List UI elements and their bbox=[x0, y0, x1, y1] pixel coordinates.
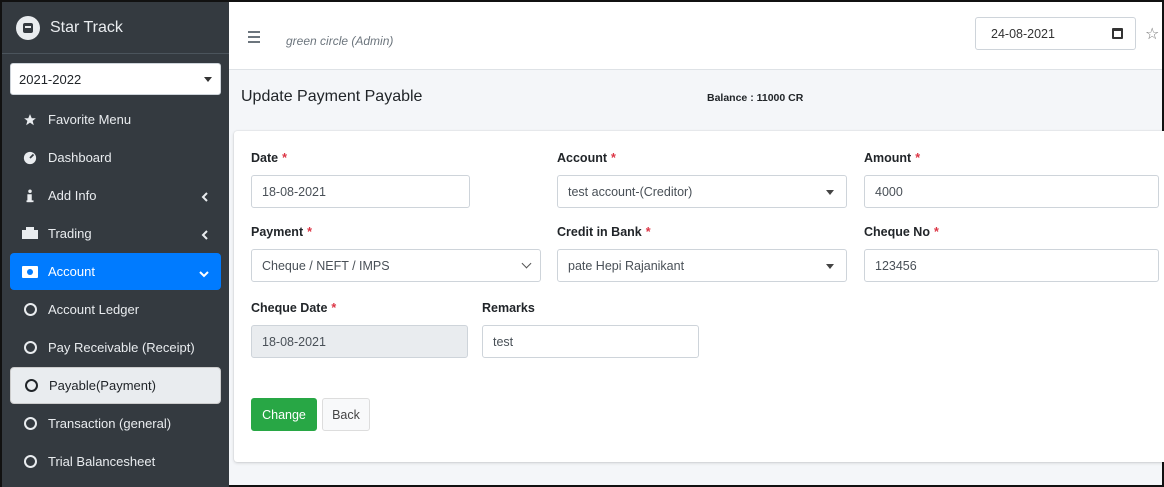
chevron-left-icon bbox=[201, 228, 209, 243]
sidebar: Star Track 2021-2022 Favorite Menu Dashb… bbox=[2, 2, 229, 487]
account-select[interactable]: test account-(Creditor) bbox=[557, 175, 847, 208]
credit-bank-label: Credit in Bank * bbox=[557, 225, 651, 239]
header-date-input[interactable]: 24-08-2021 bbox=[975, 17, 1136, 50]
balance-label: Balance : 11000 CR bbox=[707, 92, 804, 104]
sidebar-item-label: Trial Balancesheet bbox=[48, 454, 156, 469]
back-button[interactable]: Back bbox=[322, 398, 370, 431]
sidebar-item-dashboard[interactable]: Dashboard bbox=[10, 139, 221, 176]
circle-icon bbox=[20, 341, 40, 354]
sidebar-item-label: Account Ledger bbox=[48, 302, 140, 317]
chevron-down-icon bbox=[199, 266, 209, 281]
chevron-down-icon bbox=[204, 76, 212, 82]
sidebar-item-trial-balancesheet[interactable]: Trial Balancesheet bbox=[10, 443, 221, 480]
date-field[interactable]: 18-08-2021 bbox=[251, 175, 470, 208]
sidebar-item-label: Add Info bbox=[48, 188, 97, 203]
date-label: Date * bbox=[251, 151, 287, 165]
circle-icon bbox=[20, 303, 40, 316]
calendar-icon[interactable] bbox=[1112, 28, 1123, 39]
chevron-left-icon bbox=[201, 190, 209, 205]
sidebar-item-favorite-menu[interactable]: Favorite Menu bbox=[10, 101, 221, 138]
cheque-no-field-group: Cheque No * 123456 bbox=[864, 225, 1159, 282]
payment-form-card: Date * 18-08-2021 Account * test account-(… bbox=[234, 131, 1164, 462]
money-icon bbox=[20, 265, 40, 278]
chevron-down-icon bbox=[826, 264, 834, 269]
menu-icon[interactable] bbox=[248, 31, 260, 46]
sidebar-item-label: Dashboard bbox=[48, 150, 112, 165]
sidebar-item-label: Pay Receivable (Receipt) bbox=[48, 340, 195, 355]
page-title: Update Payment Payable bbox=[241, 88, 423, 105]
star-outline-icon[interactable]: ☆ bbox=[1145, 24, 1159, 44]
user-name: green circle (Admin) bbox=[286, 34, 394, 48]
sidebar-item-label: Trading bbox=[48, 226, 92, 241]
account-label: Account * bbox=[557, 151, 616, 165]
sidebar-item-label: Transaction (general) bbox=[48, 416, 172, 431]
sidebar-item-add-info[interactable]: Add Info bbox=[10, 177, 221, 214]
remarks-label: Remarks bbox=[482, 301, 535, 315]
brand[interactable]: Star Track bbox=[2, 2, 229, 54]
sidebar-nav: Favorite Menu Dashboard Add Info Trading bbox=[2, 101, 229, 480]
remarks-field-group: Remarks test bbox=[482, 301, 699, 358]
cheque-date-field-group: Cheque Date * 18-08-2021 bbox=[251, 301, 468, 358]
amount-field-group: Amount * 4000 bbox=[864, 151, 1159, 208]
sidebar-item-transaction-general[interactable]: Transaction (general) bbox=[10, 405, 221, 442]
header-date-value: 24-08-2021 bbox=[991, 26, 1055, 41]
sidebar-item-pay-receivable[interactable]: Pay Receivable (Receipt) bbox=[10, 329, 221, 366]
payment-label: Payment * bbox=[251, 225, 312, 239]
truck-icon bbox=[20, 226, 40, 241]
amount-label: Amount * bbox=[864, 151, 921, 165]
top-navbar: green circle (Admin) 24-08-2021 ☆ bbox=[229, 2, 1162, 70]
sidebar-item-account-ledger[interactable]: Account Ledger bbox=[10, 291, 221, 328]
credit-bank-select[interactable]: pate Hepi Rajanikant bbox=[557, 249, 847, 282]
payment-select[interactable]: Cheque / NEFT / IMPS bbox=[251, 249, 541, 282]
remarks-field[interactable]: test bbox=[482, 325, 699, 358]
cheque-no-label: Cheque No * bbox=[864, 225, 939, 239]
circle-icon bbox=[20, 417, 40, 430]
circle-icon bbox=[21, 379, 41, 392]
circle-icon bbox=[20, 455, 40, 468]
cheque-no-field[interactable]: 123456 bbox=[864, 249, 1159, 282]
cheque-date-field: 18-08-2021 bbox=[251, 325, 468, 358]
sidebar-item-label: Payable(Payment) bbox=[49, 378, 156, 393]
info-icon bbox=[20, 188, 40, 203]
star-icon bbox=[20, 113, 40, 127]
dashboard-icon bbox=[20, 151, 40, 165]
sidebar-item-trading[interactable]: Trading bbox=[10, 215, 221, 252]
sidebar-item-account[interactable]: Account bbox=[10, 253, 221, 290]
change-button[interactable]: Change bbox=[251, 398, 317, 431]
cheque-date-label: Cheque Date * bbox=[251, 301, 337, 315]
brand-logo-icon bbox=[16, 15, 40, 40]
chevron-down-icon bbox=[826, 190, 834, 195]
account-field-group: Account * test account-(Creditor) bbox=[557, 151, 847, 208]
chevron-down-icon bbox=[521, 258, 532, 269]
year-select-value: 2021-2022 bbox=[19, 71, 82, 87]
brand-name: Star Track bbox=[50, 18, 123, 36]
sidebar-item-label: Favorite Menu bbox=[48, 112, 132, 127]
year-select[interactable]: 2021-2022 bbox=[10, 63, 221, 95]
page-header: Update Payment Payable Balance : 11000 C… bbox=[229, 70, 1162, 126]
sidebar-item-label: Account bbox=[48, 264, 95, 279]
credit-bank-field-group: Credit in Bank * pate Hepi Rajanikant bbox=[557, 225, 847, 282]
sidebar-item-payable-payment[interactable]: Payable(Payment) bbox=[10, 367, 221, 404]
date-field-group: Date * 18-08-2021 bbox=[251, 151, 470, 208]
payment-field-group: Payment * Cheque / NEFT / IMPS bbox=[251, 225, 541, 282]
amount-field[interactable]: 4000 bbox=[864, 175, 1159, 208]
